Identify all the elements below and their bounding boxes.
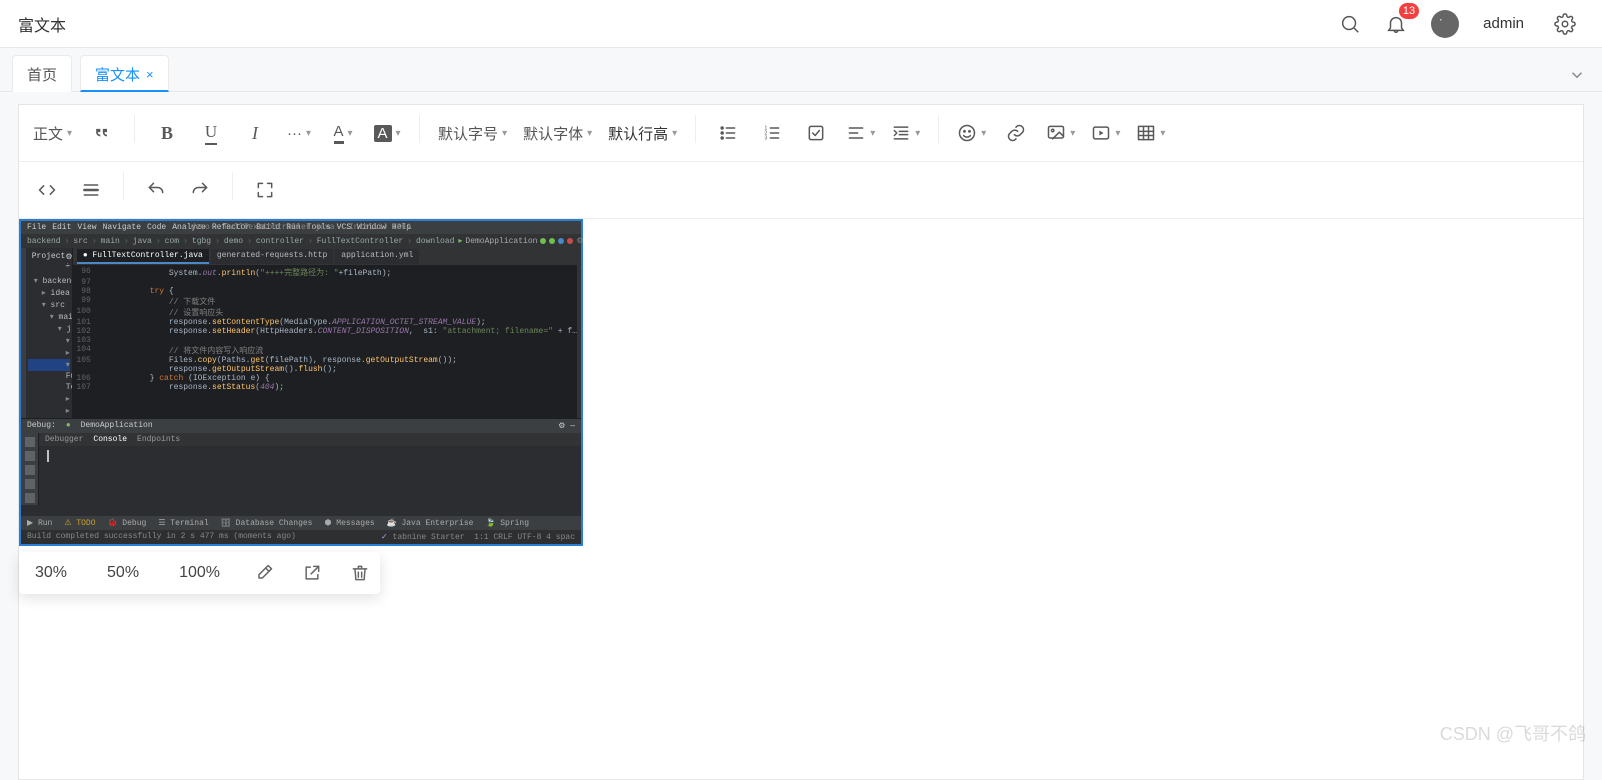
todo-list-button[interactable]	[794, 113, 838, 153]
ordered-list-button[interactable]: 123	[750, 113, 794, 153]
app-header: 富文本 13 admin	[0, 0, 1602, 48]
link-button[interactable]	[994, 113, 1038, 153]
divider-button[interactable]	[69, 170, 113, 210]
zoom-100-button[interactable]: 100%	[173, 560, 226, 586]
close-tab-icon[interactable]: ×	[146, 67, 154, 82]
code-block-button[interactable]	[25, 170, 69, 210]
more-glyph: ···	[287, 125, 302, 142]
editor-canvas[interactable]: demo – FullTextController.java – Intelli…	[19, 219, 1583, 779]
ide-run-toolbar: ▸ DemoApplication ⚙	[458, 236, 583, 246]
bg-color-button[interactable]: A▾	[365, 113, 409, 153]
user-name: admin	[1483, 15, 1524, 32]
ide-tool-strip-right	[577, 248, 581, 418]
open-external-icon[interactable]	[302, 563, 322, 583]
delete-image-icon[interactable]	[350, 563, 370, 583]
font-size-select[interactable]: 默认字号▾	[430, 113, 515, 153]
font-color-button[interactable]: A▾	[321, 113, 365, 153]
ide-project-panel: Project⚙ ÷ backendideasrcmainjavacom.tgb…	[26, 248, 73, 418]
image-context-toolbar: 30% 50% 100%	[19, 552, 380, 594]
bold-button[interactable]: B	[145, 113, 189, 153]
blockquote-button[interactable]	[80, 113, 124, 153]
tab-richtext[interactable]: 富文本 ×	[80, 55, 169, 92]
tabs-expand-icon[interactable]	[1568, 66, 1586, 87]
image-button[interactable]: ▾	[1038, 113, 1083, 153]
more-format-button[interactable]: ···▾	[277, 113, 321, 153]
caret-icon: ▾	[67, 128, 72, 139]
ide-breadcrumb: backend›src›main›java›com›tgbg›demo›cont…	[21, 234, 581, 248]
video-button[interactable]: ▾	[1083, 113, 1128, 153]
heading-label: 正文	[33, 123, 63, 144]
header-actions: 13 admin	[1339, 10, 1584, 38]
editor-toolbar: 正文▾ B U I ···▾ A▾ A▾ 默认字号▾ 默认字体▾ 默认行高▾	[19, 105, 1583, 219]
edit-image-icon[interactable]	[254, 563, 274, 583]
font-family-select[interactable]: 默认字体▾	[515, 113, 600, 153]
table-button[interactable]: ▾	[1128, 113, 1173, 153]
tab-richtext-label: 富文本	[95, 64, 140, 85]
tab-home-label: 首页	[27, 64, 57, 85]
ide-window-title: demo – FullTextController.java – Intelli…	[191, 223, 412, 232]
fullscreen-button[interactable]	[243, 170, 287, 210]
bullet-list-button[interactable]	[706, 113, 750, 153]
ide-code-editor: ● FullTextController.javagenerated-reque…	[73, 248, 577, 418]
embedded-image[interactable]: demo – FullTextController.java – Intelli…	[19, 219, 583, 546]
avatar[interactable]	[1431, 10, 1459, 38]
settings-icon[interactable]	[1554, 13, 1576, 35]
page-title: 富文本	[18, 12, 66, 36]
richtext-editor: 正文▾ B U I ···▾ A▾ A▾ 默认字号▾ 默认字体▾ 默认行高▾	[18, 104, 1584, 780]
ide-menu-bar: demo – FullTextController.java – Intelli…	[21, 221, 581, 234]
page-tabs: 首页 富文本 ×	[0, 48, 1602, 92]
italic-button[interactable]: I	[233, 113, 277, 153]
heading-select[interactable]: 正文 ▾	[25, 113, 80, 153]
indent-button[interactable]: ▾	[883, 113, 928, 153]
search-icon[interactable]	[1339, 13, 1361, 35]
line-height-select[interactable]: 默认行高▾	[600, 113, 685, 153]
zoom-50-button[interactable]: 50%	[101, 560, 145, 586]
ide-debug-panel: Debug: ● DemoApplication⚙ — DebuggerCons…	[21, 418, 581, 516]
zoom-30-button[interactable]: 30%	[29, 560, 73, 586]
undo-button[interactable]	[134, 170, 178, 210]
redo-button[interactable]	[178, 170, 222, 210]
ide-console-caret	[47, 450, 573, 462]
svg-text:3: 3	[765, 136, 768, 142]
ide-status-bar: Build completed successfully in 2 s 477 …	[21, 530, 581, 544]
ide-tool-footer: ▶ Run⚠ TODO🐞 Debug☰ Terminal🗄 Database C…	[21, 516, 581, 530]
content-area: 正文▾ B U I ···▾ A▾ A▾ 默认字号▾ 默认字体▾ 默认行高▾	[0, 92, 1602, 780]
emoji-button[interactable]: ▾	[949, 113, 994, 153]
notifications-icon[interactable]: 13	[1385, 13, 1407, 35]
underline-button[interactable]: U	[189, 113, 233, 153]
notifications-badge: 13	[1399, 3, 1419, 19]
align-button[interactable]: ▾	[838, 113, 883, 153]
tab-home[interactable]: 首页	[12, 55, 72, 92]
